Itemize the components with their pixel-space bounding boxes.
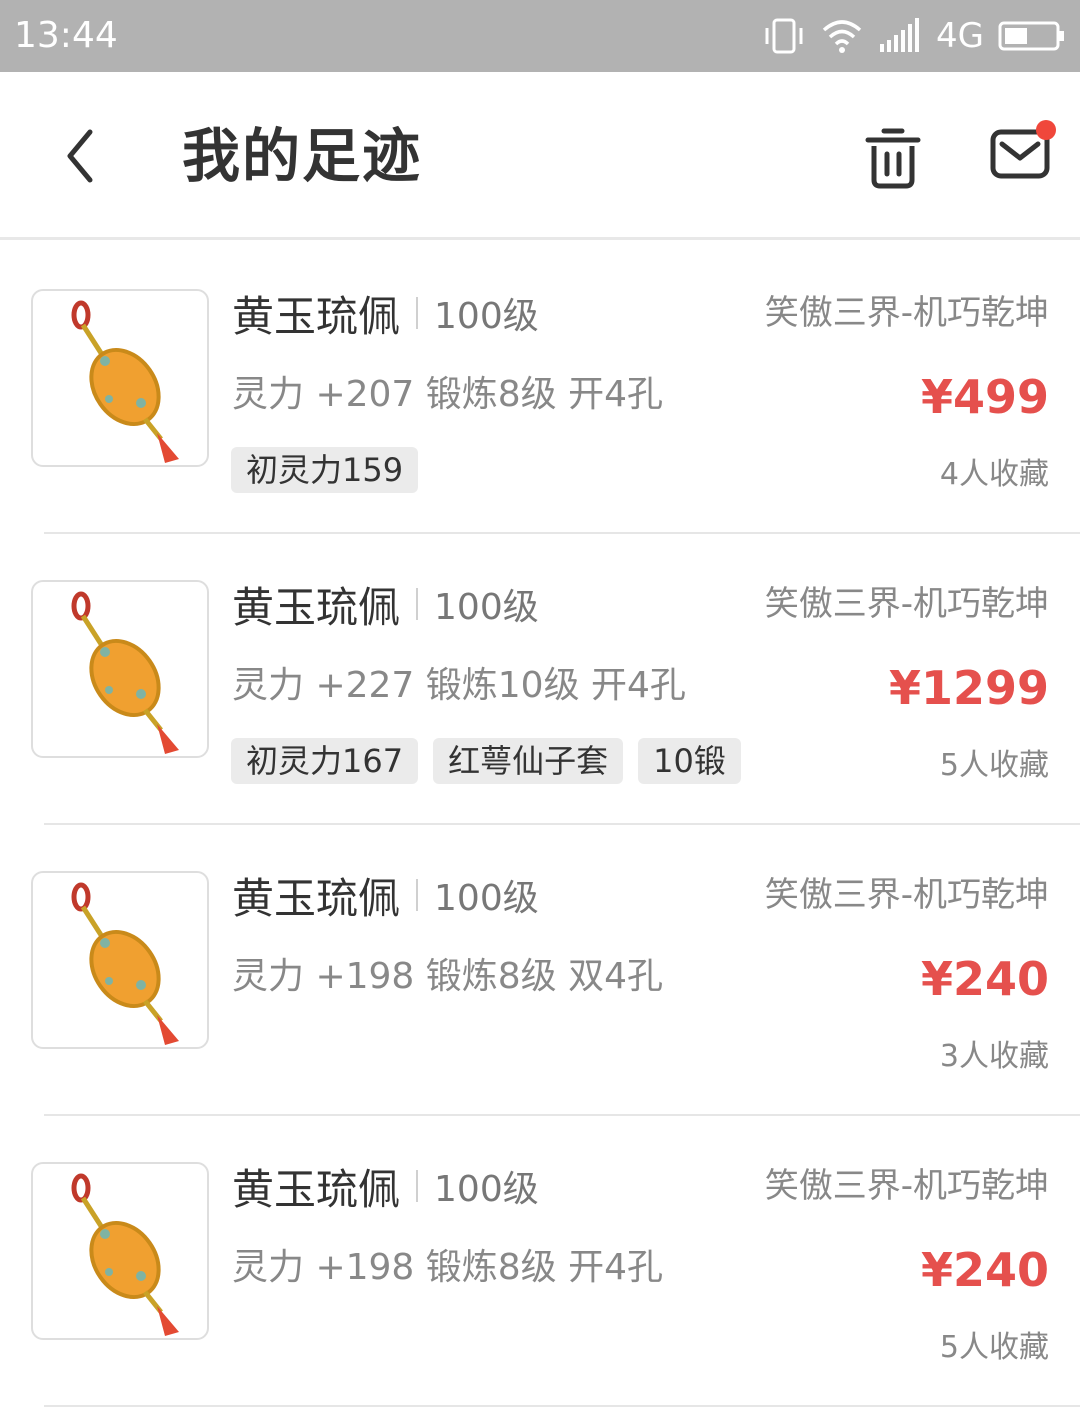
top-navigation-bar: 我的足迹 <box>0 72 1080 240</box>
item-price: ¥499 <box>920 370 1049 424</box>
item-favorites: 3人收藏 <box>939 1039 1049 1074</box>
jade-pendant-icon <box>71 591 179 754</box>
item-favorites: 4人收藏 <box>939 457 1049 492</box>
item-level: 100级 <box>434 878 539 919</box>
item-thumbnail <box>31 289 209 467</box>
item-name: 黄玉琉佩 <box>232 873 401 923</box>
item-tag: 初灵力167 <box>231 738 419 784</box>
item-title-row: 黄玉琉佩 100级 <box>232 578 539 632</box>
page-title: 我的足迹 <box>182 122 423 190</box>
item-tag: 红萼仙子套 <box>433 738 624 784</box>
divider <box>44 1405 1080 1407</box>
signal-icon <box>880 18 920 52</box>
item-server: 笑傲三界-机巧乾坤 <box>764 875 1049 915</box>
item-name: 黄玉琉佩 <box>232 291 401 341</box>
item-tags: 初灵力167 红萼仙子套 10锻 <box>231 738 741 784</box>
item-price: ¥240 <box>920 952 1049 1006</box>
list-item[interactable]: 黄玉琉佩 100级 灵力 +198 锻炼8级 双4孔 笑傲三界-机巧乾坤 ¥24… <box>0 825 1080 1116</box>
item-tag: 10锻 <box>638 738 741 784</box>
item-attributes: 灵力 +198 锻炼8级 双4孔 <box>232 956 664 997</box>
battery-icon <box>998 21 1064 51</box>
item-level: 100级 <box>434 296 539 337</box>
jade-pendant-icon <box>71 1173 179 1336</box>
title-separator <box>416 588 419 620</box>
status-time: 13:44 <box>14 15 118 56</box>
status-bar: 13:44 4G <box>0 0 1080 72</box>
trash-icon[interactable] <box>862 126 924 190</box>
title-separator <box>416 879 419 911</box>
wifi-icon <box>822 20 862 53</box>
item-attributes: 灵力 +207 锻炼8级 开4孔 <box>232 374 664 415</box>
item-attributes: 灵力 +198 锻炼8级 开4孔 <box>232 1247 664 1288</box>
item-level: 100级 <box>434 587 539 628</box>
item-thumbnail <box>31 871 209 1049</box>
item-name: 黄玉琉佩 <box>232 1164 401 1214</box>
item-favorites: 5人收藏 <box>939 748 1049 783</box>
item-thumbnail <box>31 580 209 758</box>
item-tags: 初灵力159 <box>231 447 419 493</box>
item-server: 笑傲三界-机巧乾坤 <box>764 1166 1049 1206</box>
jade-pendant-icon <box>71 300 179 463</box>
vibrate-icon <box>765 18 803 54</box>
jade-pendant-icon <box>71 882 179 1045</box>
item-favorites: 5人收藏 <box>939 1330 1049 1365</box>
list-item[interactable]: 黄玉琉佩 100级 灵力 +207 锻炼8级 开4孔 初灵力159 笑傲三界-机… <box>0 243 1080 534</box>
item-title-row: 黄玉琉佩 100级 <box>232 869 539 923</box>
item-server: 笑傲三界-机巧乾坤 <box>764 293 1049 333</box>
item-attributes: 灵力 +227 锻炼10级 开4孔 <box>232 665 686 706</box>
status-icons: 4G <box>762 12 1066 60</box>
unread-dot <box>1036 120 1056 140</box>
list-item[interactable]: 黄玉琉佩 100级 灵力 +198 锻炼8级 开4孔 笑傲三界-机巧乾坤 ¥24… <box>0 1116 1080 1407</box>
item-price: ¥1299 <box>888 661 1049 715</box>
item-title-row: 黄玉琉佩 100级 <box>232 287 539 341</box>
network-type: 4G <box>936 16 984 56</box>
list-item[interactable]: 黄玉琉佩 100级 灵力 +227 锻炼10级 开4孔 初灵力167 红萼仙子套… <box>0 534 1080 825</box>
title-separator <box>416 1170 419 1202</box>
title-separator <box>416 297 419 329</box>
item-price: ¥240 <box>920 1243 1049 1297</box>
item-thumbnail <box>31 1162 209 1340</box>
item-level: 100级 <box>434 1169 539 1210</box>
chevron-left-icon[interactable] <box>52 118 112 194</box>
item-title-row: 黄玉琉佩 100级 <box>232 1160 539 1214</box>
item-tag: 初灵力159 <box>231 447 419 493</box>
footprint-list: 黄玉琉佩 100级 灵力 +207 锻炼8级 开4孔 初灵力159 笑傲三界-机… <box>0 243 1080 1407</box>
item-name: 黄玉琉佩 <box>232 582 401 632</box>
item-server: 笑傲三界-机巧乾坤 <box>764 584 1049 624</box>
